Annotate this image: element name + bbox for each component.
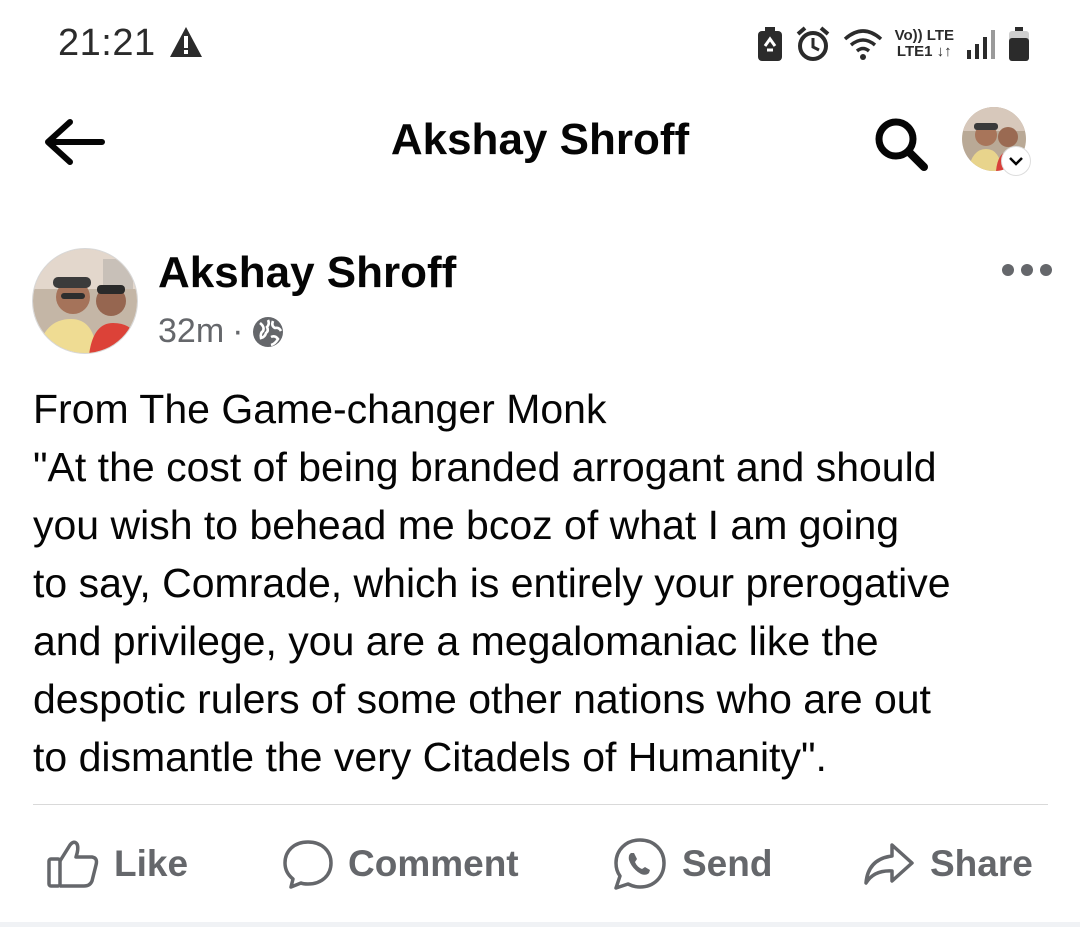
comment-button[interactable]: Comment <box>282 834 519 894</box>
comment-icon <box>283 840 333 889</box>
app-bar: Akshay Shroff <box>0 95 1080 190</box>
status-icons: Vo)) LTE LTE1 ↓↑ <box>757 22 1030 66</box>
share-label: Share <box>930 843 1033 884</box>
post-header: Akshay Shroff 32m · <box>0 240 1080 360</box>
more-dot <box>1040 264 1052 276</box>
post-text-line: From The Game-changer Monk <box>33 386 607 432</box>
chevron-down-icon <box>1002 147 1030 175</box>
more-dot <box>1002 264 1014 276</box>
send-button[interactable]: Send <box>612 834 772 894</box>
send-label: Send <box>682 843 773 884</box>
share-button[interactable]: Share <box>862 834 1033 894</box>
post-text-line: "At the cost of being branded arrogant a… <box>33 444 937 490</box>
post-text-line: despotic rulers of some other nations wh… <box>33 676 931 722</box>
network-line-1: Vo)) LTE <box>894 27 954 44</box>
post-text-line: you wish to behead me bcoz of what I am … <box>33 502 900 548</box>
bottom-divider <box>0 922 1080 927</box>
whatsapp-icon <box>614 838 666 890</box>
globe-icon <box>253 316 284 347</box>
like-button[interactable]: Like <box>46 834 188 894</box>
post-text-line: to say, Comrade, which is entirely your … <box>33 560 951 606</box>
author-name[interactable]: Akshay Shroff <box>158 248 456 298</box>
post-time[interactable]: 32m <box>158 312 224 351</box>
status-bar: 21:21 Vo)) LTE LTE1 ↓↑ <box>0 0 1080 90</box>
post-text-line: and privilege, you are a megalomaniac li… <box>33 618 879 664</box>
wifi-icon <box>843 29 882 60</box>
network-indicator: Vo)) LTE LTE1 ↓↑ <box>895 28 954 60</box>
post-body: From The Game-changer Monk "At the cost … <box>33 380 1053 786</box>
like-label: Like <box>114 843 189 884</box>
battery-saver-icon <box>757 27 782 61</box>
network-line-2: LTE1 ↓↑ <box>896 43 952 60</box>
post-text-line: to dismantle the very Citadels of Humani… <box>33 734 827 780</box>
battery-icon <box>1009 27 1029 61</box>
author-avatar[interactable] <box>32 248 138 354</box>
profile-menu-button[interactable] <box>962 107 1032 177</box>
more-options-icon[interactable] <box>1002 262 1052 278</box>
thumbs-up-icon <box>47 840 99 888</box>
alarm-icon <box>796 26 829 61</box>
search-icon[interactable] <box>872 115 930 171</box>
status-time: 21:21 <box>58 22 156 64</box>
warning-icon <box>170 27 202 57</box>
more-dot <box>1021 264 1033 276</box>
share-icon <box>864 843 914 885</box>
divider <box>33 804 1048 805</box>
action-bar: Like Comment Send Share <box>0 806 1080 922</box>
post-meta: 32m · <box>158 312 285 351</box>
comment-label: Comment <box>348 843 519 884</box>
meta-separator: · <box>232 312 244 350</box>
signal-icon <box>967 30 995 59</box>
